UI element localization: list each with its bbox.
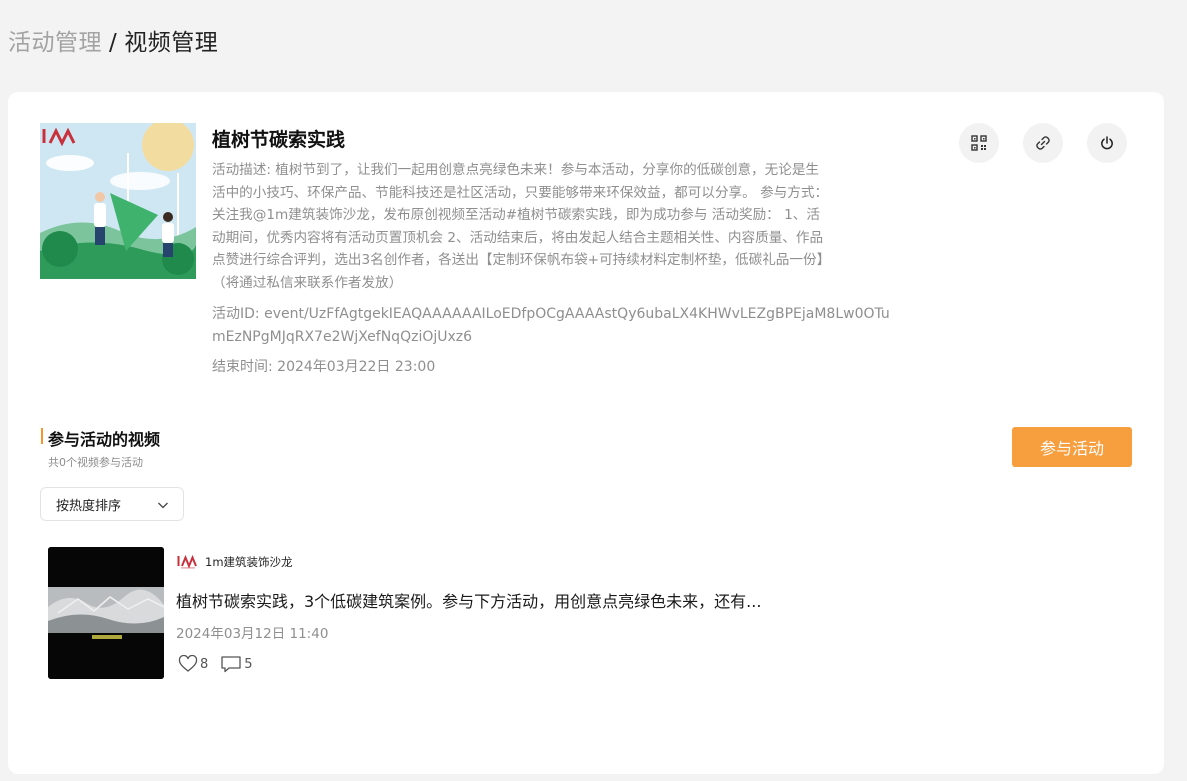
activity-card: 植树节碳索实践 活动描述: 植树节到了，让我们一起用创意点亮绿色未来！参与本活动… xyxy=(8,92,1164,774)
section-video-count: 共0个视频参与活动 xyxy=(48,456,143,469)
video-author-name: 1m建筑装饰沙龙 xyxy=(205,555,293,569)
author-avatar-logo xyxy=(177,555,197,569)
join-activity-button[interactable]: 参与活动 xyxy=(1012,427,1132,467)
breadcrumb-separator: / xyxy=(109,30,118,56)
breadcrumb-parent-link[interactable]: 活动管理 xyxy=(8,28,102,58)
video-likes-count: 8 xyxy=(200,656,209,672)
end-activity-button[interactable] xyxy=(1087,123,1127,163)
video-title[interactable]: 植树节碳索实践，3个低碳建筑案例。参与下方活动，用创意点亮绿色未来，还有... xyxy=(176,588,836,612)
video-likes[interactable]: 8 xyxy=(178,655,208,673)
breadcrumb-current: 视频管理 xyxy=(124,30,219,56)
section-title: 参与活动的视频 xyxy=(41,426,160,450)
sort-select[interactable]: 按热度排序 xyxy=(40,487,184,521)
video-comments-count: 5 xyxy=(244,656,253,672)
activity-end-time: 结束时间: 2024年03月22日 23:00 xyxy=(212,359,436,375)
qrcode-icon xyxy=(971,135,987,151)
qrcode-button[interactable] xyxy=(959,123,999,163)
chevron-down-icon xyxy=(158,502,168,509)
activity-description: 活动描述: 植树节到了，让我们一起用创意点亮绿色未来！参与本活动，分享你的低碳创… xyxy=(212,162,831,291)
activity-id: 活动ID: event/UzFfAgtgekIEAQAAAAAAILoEDfpO… xyxy=(212,306,890,345)
video-thumbnail[interactable] xyxy=(48,547,164,679)
video-stats: 8 5 xyxy=(178,655,265,673)
activity-title: 植树节碳索实践 xyxy=(212,129,346,151)
power-icon xyxy=(1101,136,1113,150)
comment-icon xyxy=(221,656,241,673)
video-date: 2024年03月12日 11:40 xyxy=(176,626,329,642)
heart-icon xyxy=(178,655,198,672)
link-icon xyxy=(1036,136,1050,150)
video-comments[interactable]: 5 xyxy=(220,655,253,673)
video-author[interactable]: 1m建筑装饰沙龙 xyxy=(177,554,293,570)
breadcrumb: 活动管理 / 视频管理 xyxy=(8,28,218,58)
sort-select-value: 按热度排序 xyxy=(56,498,122,514)
copy-link-button[interactable] xyxy=(1023,123,1063,163)
activity-cover-image xyxy=(40,123,196,279)
